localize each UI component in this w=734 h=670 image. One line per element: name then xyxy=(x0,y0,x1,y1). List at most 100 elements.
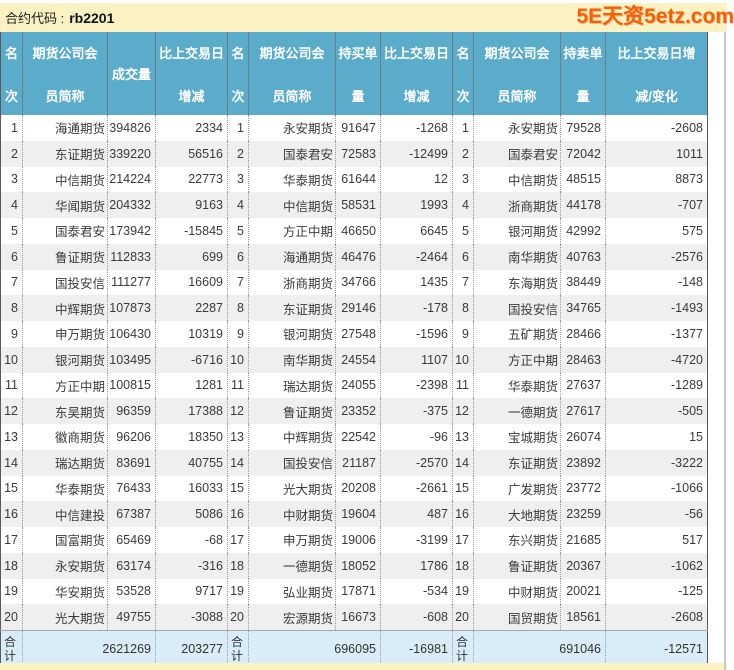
change-cell: -1493 xyxy=(605,295,708,321)
change-cell: -375 xyxy=(380,398,453,424)
table-row: 7 国投安信 111277 16609 7 浙商期货 34766 1435 7 东海期货 38449… xyxy=(0,269,708,296)
member-cell: 方正中期 xyxy=(22,372,108,399)
rank-cell: 2 xyxy=(227,140,249,167)
value-cell: 27637 xyxy=(560,372,606,399)
value-cell: 18052 xyxy=(335,552,381,579)
member-cell: 方正中期 xyxy=(248,218,336,244)
change-cell: 487 xyxy=(380,501,453,527)
col-header-rank-3: 名次 xyxy=(452,32,474,115)
change-cell: 9163 xyxy=(155,192,228,218)
change-cell: 17388 xyxy=(155,398,228,424)
rank-cell: 13 xyxy=(0,424,23,450)
value-cell: 24554 xyxy=(335,346,381,373)
member-cell: 永安期货 xyxy=(248,115,336,141)
rank-cell: 12 xyxy=(0,398,23,424)
member-cell: 国投安信 xyxy=(22,269,108,296)
total-long: 696095 xyxy=(248,630,381,667)
rank-cell: 19 xyxy=(227,578,249,605)
member-cell: 国泰君安 xyxy=(473,140,561,167)
change-cell: 1435 xyxy=(380,269,453,296)
change-cell: -3088 xyxy=(155,604,228,631)
total-long-change: -16981 xyxy=(380,630,453,667)
member-cell: 东兴期货 xyxy=(473,527,561,553)
change-cell: -707 xyxy=(605,192,708,218)
rank-cell: 7 xyxy=(227,269,249,296)
table-row: 2 东证期货 339220 56516 2 国泰君安 72583 -12499 2 国泰君安 720… xyxy=(0,140,708,167)
member-cell: 中辉期货 xyxy=(22,295,108,321)
change-cell: 517 xyxy=(605,527,708,553)
member-cell: 中信建投 xyxy=(22,501,108,527)
member-cell: 大地期货 xyxy=(473,501,561,527)
rank-cell: 2 xyxy=(452,140,474,167)
table-row: 5 国泰君安 173942 -15845 5 方正中期 46650 6645 5 银河期货 4299… xyxy=(0,218,708,244)
table-header: 名次 期货公司会 员简称 成交量 比上交易日 增减 名次 期货公司会 员简称 持买单量… xyxy=(0,32,708,115)
total-volume: 2621269 xyxy=(22,630,156,667)
change-cell: 18350 xyxy=(155,424,228,450)
change-cell: -2608 xyxy=(605,115,708,141)
rank-cell: 17 xyxy=(452,527,474,553)
change-cell: -3199 xyxy=(380,527,453,553)
table-row: 3 中信期货 214224 22773 3 华泰期货 61644 12 3 中信期货 48515 88… xyxy=(0,166,708,193)
member-cell: 方正中期 xyxy=(473,346,561,373)
change-cell: -1289 xyxy=(605,372,708,399)
change-cell: -148 xyxy=(605,269,708,296)
table-row: 20 光大期货 49755 -3088 20 宏源期货 16673 -608 20 国贸期货 185… xyxy=(0,604,708,631)
value-cell: 21685 xyxy=(560,527,606,553)
change-cell: 10319 xyxy=(155,321,228,347)
rank-cell: 15 xyxy=(0,475,23,502)
value-cell: 42992 xyxy=(560,218,606,244)
member-cell: 瑞达期货 xyxy=(22,449,108,476)
rank-cell: 6 xyxy=(0,243,23,270)
rank-cell: 2 xyxy=(0,140,23,167)
table-row: 19 华安期货 53528 9717 19 弘业期货 17871 -534 19 中财期货 2002… xyxy=(0,578,708,605)
total-short: 691046 xyxy=(473,630,606,667)
member-cell: 光大期货 xyxy=(22,604,108,631)
col-header-short-position: 持卖单量 xyxy=(560,32,606,115)
rank-cell: 20 xyxy=(452,604,474,631)
rank-cell: 20 xyxy=(0,604,23,631)
value-cell: 76433 xyxy=(107,475,156,502)
member-cell: 东吴期货 xyxy=(22,398,108,424)
change-cell: 2334 xyxy=(155,115,228,141)
rank-cell: 6 xyxy=(227,243,249,270)
member-cell: 瑞达期货 xyxy=(248,372,336,399)
rank-cell: 1 xyxy=(452,115,474,141)
rank-cell: 3 xyxy=(227,166,249,193)
change-cell: -56 xyxy=(605,501,708,527)
table-row: 16 中信建投 67387 5086 16 中财期货 19604 487 16 大地期货 23259… xyxy=(0,501,708,527)
value-cell: 28466 xyxy=(560,321,606,347)
member-cell: 华泰期货 xyxy=(473,372,561,399)
member-cell: 中信期货 xyxy=(248,192,336,218)
table-row: 14 瑞达期货 83691 40755 14 国投安信 21187 -2570 14 东证期货 23… xyxy=(0,449,708,476)
member-cell: 国泰君安 xyxy=(248,140,336,167)
change-cell: -1268 xyxy=(380,115,453,141)
change-cell: -125 xyxy=(605,578,708,605)
bottom-strip xyxy=(0,663,727,670)
value-cell: 34766 xyxy=(335,269,381,296)
member-cell: 国投安信 xyxy=(248,449,336,476)
rank-cell: 16 xyxy=(452,501,474,527)
change-cell: -96 xyxy=(380,424,453,450)
rank-cell: 5 xyxy=(227,218,249,244)
site-logo[interactable]: 5E天资5etz.com xyxy=(576,2,734,31)
member-cell: 鲁证期货 xyxy=(473,552,561,579)
value-cell: 204332 xyxy=(107,192,156,218)
change-cell: -68 xyxy=(155,527,228,553)
change-cell: -316 xyxy=(155,552,228,579)
value-cell: 20021 xyxy=(560,578,606,605)
rank-cell: 13 xyxy=(452,424,474,450)
table-row: 15 华泰期货 76433 16033 15 光大期货 20208 -2661 15 广发期货 23… xyxy=(0,475,708,502)
rank-cell: 8 xyxy=(227,295,249,321)
change-cell: 9717 xyxy=(155,578,228,605)
rank-cell: 12 xyxy=(452,398,474,424)
rank-cell: 17 xyxy=(227,527,249,553)
value-cell: 65469 xyxy=(107,527,156,553)
rank-cell: 12 xyxy=(227,398,249,424)
change-cell: -1062 xyxy=(605,552,708,579)
value-cell: 46650 xyxy=(335,218,381,244)
change-cell: -2608 xyxy=(605,604,708,631)
member-cell: 弘业期货 xyxy=(248,578,336,605)
member-cell: 永安期货 xyxy=(473,115,561,141)
rank-cell: 18 xyxy=(0,552,23,579)
value-cell: 20367 xyxy=(560,552,606,579)
